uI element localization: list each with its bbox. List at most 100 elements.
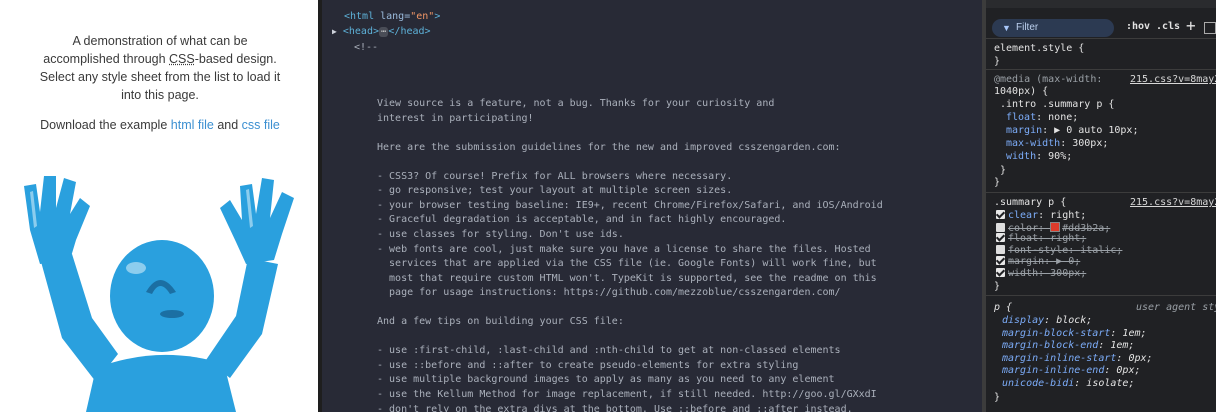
property-value[interactable]: isolate; [1086,378,1134,389]
declaration-checkbox[interactable] [996,210,1005,219]
property-name[interactable]: max-width [1006,138,1060,149]
new-rule-plus-icon[interactable]: + [1186,16,1196,35]
property-value[interactable]: 300px; [1050,268,1086,279]
declaration-checkbox[interactable] [996,256,1005,265]
colon: : [1060,138,1073,149]
head-node[interactable]: ▶ <head> ⋯ </head> [332,25,431,38]
css-declaration[interactable]: float: none; [1006,112,1078,124]
property-name[interactable]: width [1006,151,1036,162]
property-value[interactable]: block; [1056,315,1092,326]
css-declaration[interactable]: font-style: italic; [996,244,1122,257]
html-tag-close: > [434,11,441,22]
property-value[interactable]: right; [1050,233,1086,244]
declaration-checkbox[interactable] [996,244,1005,254]
comment-text-line: - use the Kellum Method for image replac… [377,389,877,400]
colon: : [1036,151,1049,162]
close-brace: } [994,392,1001,403]
summary-selector[interactable]: .summary p { [994,197,1066,209]
summary-line: into this page. [121,88,199,102]
comment-text-line: Here are the submission guidelines for t… [377,141,841,153]
comment-text-line: - go responsive; test your layout at mul… [377,185,733,197]
media-source-link[interactable]: 215.css?v=8may2 [1130,74,1216,86]
lang-value: "en" [410,11,435,22]
ua-selector[interactable]: p { [994,302,1012,314]
property-value[interactable]: none; [1048,112,1078,123]
property-name[interactable]: margin-inline-end [1002,365,1104,376]
property-value[interactable]: 90%; [1048,151,1072,162]
css-declaration[interactable]: margin-inline-end: 0px; [1002,365,1141,377]
property-name[interactable]: margin-block-start [1002,328,1110,339]
property-name[interactable]: color [1008,223,1038,234]
css-file-link[interactable]: css file [242,118,280,132]
styles-tab-strip[interactable] [986,0,1216,8]
media-selector[interactable]: .intro .summary p { [1000,99,1114,111]
summary-source-link[interactable]: 215.css?v=8may2 [1130,197,1216,209]
property-name[interactable]: margin-inline-start [1002,353,1116,364]
colon: : [1104,365,1117,376]
property-value[interactable]: italic; [1080,245,1122,256]
html-tag: <html [344,11,381,22]
comment-text-line: most that require custom HTML won't. Typ… [377,272,877,284]
colon: : [1044,256,1057,267]
property-name[interactable]: margin [1008,256,1044,267]
cls-toggle-button[interactable]: .cls [1156,21,1180,32]
css-declaration[interactable]: clear: right; [996,210,1086,222]
property-value[interactable]: right; [1050,210,1086,221]
css-declaration[interactable]: margin-block-start: 1em; [1002,328,1147,340]
color-swatch[interactable] [1050,221,1061,232]
property-name[interactable]: float [1008,233,1038,244]
element-style-selector[interactable]: element.style { [994,43,1084,55]
lang-attr: lang= [380,11,411,22]
comment-text-line: - web fonts are cool, just make sure you… [377,243,871,255]
property-value[interactable]: 1em; [1122,328,1146,339]
colon: : [1038,222,1051,234]
css-declaration[interactable]: margin: ▶ 0 auto 10px; [1006,125,1138,137]
property-name[interactable]: margin [1006,125,1042,136]
html-file-link[interactable]: html file [171,118,214,132]
css-declaration[interactable]: max-width: 300px; [1006,138,1108,150]
collapsed-ellipsis[interactable]: ⋯ [378,27,389,37]
property-name[interactable]: font-style [1008,245,1068,256]
comment-text-line: - Graceful degradation is acceptable, an… [377,214,787,226]
property-value[interactable]: ▶ 0; [1056,256,1080,267]
html-node[interactable]: <html lang="en"> [344,10,440,23]
colon: : [1074,377,1087,389]
colon: : [1044,315,1057,326]
declaration-checkbox[interactable] [996,267,1005,277]
property-name[interactable]: margin-block-end [1002,340,1098,351]
head-tag: <head> [342,26,379,37]
property-name[interactable]: clear [1008,210,1038,221]
property-name[interactable]: width [1008,268,1038,279]
css-declaration[interactable]: float: right; [996,233,1086,245]
property-value[interactable]: ▶ 0 auto 10px; [1054,125,1138,136]
comment-text-line: - use ::before and ::after to create pse… [377,359,799,371]
hov-toggle-button[interactable]: :hov [1126,21,1150,32]
declaration-checkbox[interactable] [996,222,1005,232]
computed-sidebar-icon[interactable] [1204,22,1216,34]
property-value[interactable]: #dd3b2a; [1062,223,1110,234]
expand-triangle-icon[interactable]: ▶ [332,27,337,36]
property-value[interactable]: 0px; [1116,365,1140,376]
styles-filter-input[interactable]: ▼ Filter [992,19,1114,37]
colon: : [1098,340,1111,351]
css-declaration[interactable]: display: block; [1002,315,1092,327]
property-name[interactable]: display [1002,315,1044,326]
summary-line: -based design. [194,52,277,66]
comment-text-line: - your browser testing baseline: IE9+, r… [377,199,883,211]
property-value[interactable]: 1em; [1110,340,1134,351]
download-text: and [213,118,242,132]
css-declaration[interactable]: unicode-bidi: isolate; [1002,378,1134,390]
property-value[interactable]: 0px; [1128,353,1152,364]
declaration-checkbox[interactable] [996,233,1005,242]
property-value[interactable]: 300px; [1072,138,1108,149]
comment-text-line: page for usage instructions: https://git… [377,287,841,299]
comment-text-line: - use :first-child, :last-child and :nth… [377,345,841,357]
css-declaration[interactable]: margin: ▶ 0; [996,256,1080,268]
property-name[interactable]: float [1006,112,1036,123]
css-declaration[interactable]: margin-block-end: 1em; [1002,340,1134,352]
filter-placeholder: Filter [1016,22,1039,33]
property-name[interactable]: unicode-bidi [1002,378,1074,389]
css-declaration[interactable]: width: 300px; [996,267,1086,280]
css-declaration[interactable]: margin-inline-start: 0px; [1002,353,1153,365]
css-declaration[interactable]: width: 90%; [1006,151,1072,163]
